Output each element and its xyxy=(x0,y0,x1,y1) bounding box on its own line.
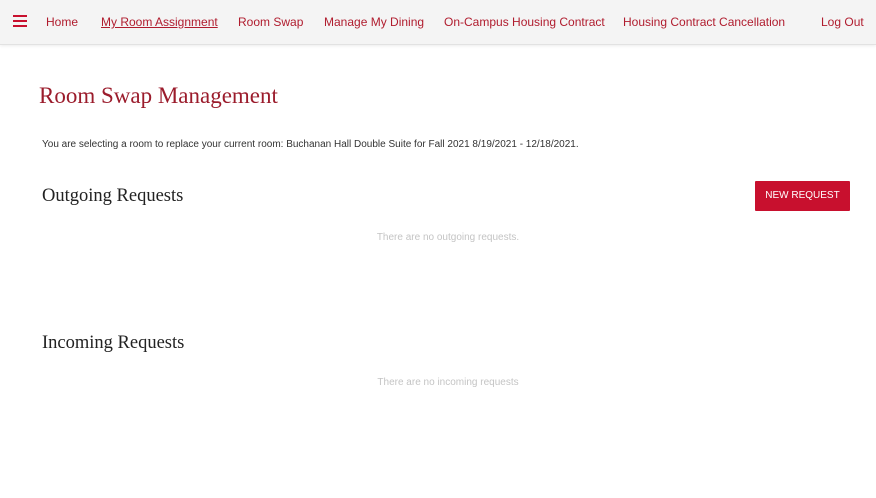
top-navbar: Home My Room Assignment Room Swap Manage… xyxy=(0,0,876,45)
logout-link[interactable]: Log Out xyxy=(821,15,864,29)
nav-link-room-swap[interactable]: Room Swap xyxy=(238,15,303,29)
hamburger-menu-icon[interactable] xyxy=(13,15,27,27)
nav-link-my-room-assignment[interactable]: My Room Assignment xyxy=(101,15,218,29)
nav-link-on-campus-housing-contract[interactable]: On-Campus Housing Contract xyxy=(444,15,605,29)
outgoing-requests-heading: Outgoing Requests xyxy=(42,186,184,206)
nav-link-home[interactable]: Home xyxy=(46,15,78,29)
nav-link-housing-contract-cancellation[interactable]: Housing Contract Cancellation xyxy=(623,15,785,29)
incoming-requests-heading: Incoming Requests xyxy=(42,333,185,353)
current-room-intro-text: You are selecting a room to replace your… xyxy=(42,139,579,150)
nav-link-manage-my-dining[interactable]: Manage My Dining xyxy=(324,15,424,29)
incoming-empty-message: There are no incoming requests xyxy=(377,377,519,388)
page-title: Room Swap Management xyxy=(39,83,278,108)
outgoing-empty-message: There are no outgoing requests. xyxy=(376,232,520,243)
new-request-button[interactable]: NEW REQUEST xyxy=(755,181,850,211)
